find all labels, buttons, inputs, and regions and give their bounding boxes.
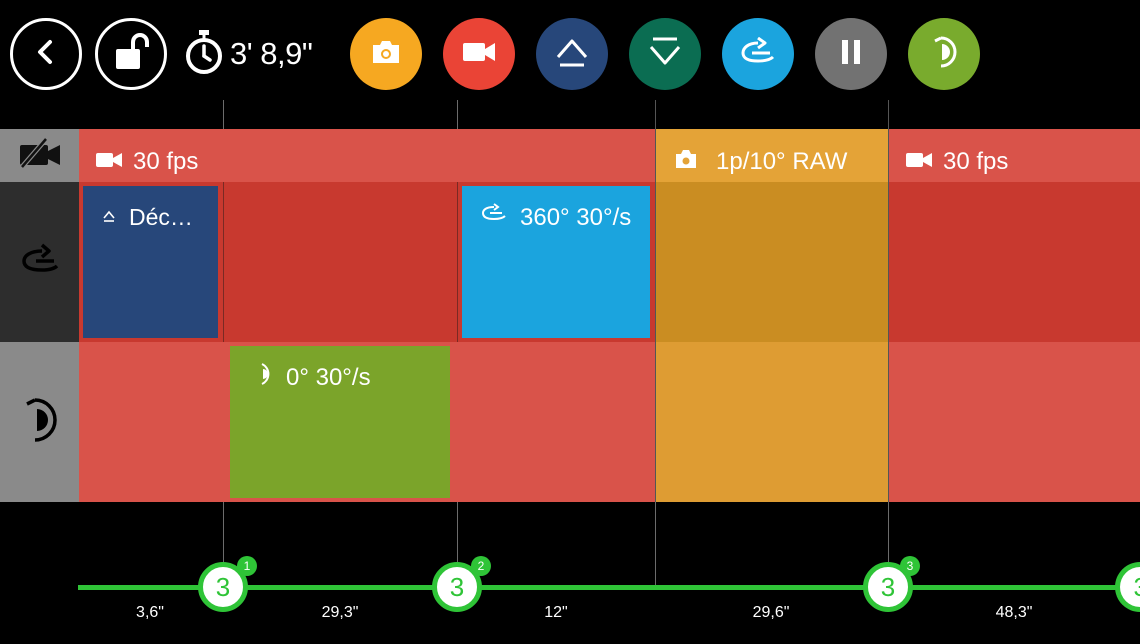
slide-up-icon (101, 202, 117, 230)
pause-icon (839, 38, 863, 71)
timer-value: 3' 8,9" (230, 36, 313, 71)
photo-segment-label: 1p/10° RAW (674, 148, 847, 176)
stopwatch-icon (184, 29, 224, 80)
tilt-block-text: 0° 30°/s (286, 364, 371, 391)
slide-up-icon (552, 35, 592, 74)
add-slide-down-button[interactable] (629, 18, 701, 90)
pan-rotate-icon (18, 243, 62, 282)
segment-divider-2 (888, 100, 889, 502)
segment-photo-text: 1p/10° RAW (716, 148, 848, 175)
video-segment-2-pan-lane (889, 182, 1140, 342)
pan-rotate-icon (738, 36, 778, 72)
keyframe-value: 3 (449, 571, 465, 602)
duration-label-3: 12" (544, 604, 568, 621)
keyframe-value: 3 (880, 571, 896, 602)
tilt-track-header[interactable] (0, 342, 79, 502)
segment-fps-text: 30 fps (133, 148, 199, 175)
total-duration: 3' 8,9" (184, 29, 313, 80)
slide-block[interactable]: Déc… (83, 186, 218, 338)
video-segment-2-label: 30 fps (905, 148, 1008, 176)
keyframe-value: 3 (1134, 572, 1140, 603)
keyframe-4[interactable]: 3 (1115, 562, 1140, 612)
keyframe-guide-bottom-1 (223, 502, 224, 564)
tilt-icon (23, 397, 57, 448)
video-segment-1-label: 30 fps (95, 148, 198, 176)
add-tilt-button[interactable] (908, 18, 980, 90)
back-button[interactable] (10, 18, 82, 90)
lock-button[interactable] (95, 18, 167, 90)
add-video-button[interactable] (443, 18, 515, 90)
add-slide-up-button[interactable] (536, 18, 608, 90)
tilt-block-label: 0° 30°/s (256, 362, 371, 393)
keyframe-badge-1: 1 (237, 556, 257, 576)
keyframe-guide-pan-2 (457, 182, 458, 342)
pan-rotate-icon (480, 202, 508, 230)
duration-label-4: 29,6" (752, 604, 790, 621)
add-photo-button[interactable] (350, 18, 422, 90)
tilt-icon (256, 362, 274, 393)
camera-icon (674, 148, 698, 176)
photo-segment-pan-lane (656, 182, 888, 342)
camera-off-icon (16, 137, 64, 174)
keyframe-guide-bottom-2 (457, 502, 458, 564)
pan-track-header[interactable] (0, 182, 79, 342)
chevron-left-icon (31, 37, 61, 72)
tilt-block[interactable]: 0° 30°/s (230, 346, 450, 498)
pause-button[interactable] (815, 18, 887, 90)
keyframe-value: 3 (215, 571, 231, 602)
add-pan-button[interactable] (722, 18, 794, 90)
pan-block[interactable]: 360° 30°/s (462, 186, 650, 338)
slide-down-icon (645, 35, 685, 74)
keyframe-guide-bottom-3 (888, 502, 889, 564)
video-camera-icon (461, 40, 497, 69)
duration-label-2: 29,3" (321, 604, 359, 621)
camera-icon (370, 39, 402, 70)
duration-label-5: 48,3" (995, 604, 1033, 621)
keyframe-badge-3: 3 (900, 556, 920, 576)
duration-label-1: 3,6" (136, 604, 164, 621)
keyframe-guide-pan-1 (223, 182, 224, 342)
pan-block-text: 360° 30°/s (520, 204, 632, 231)
video-camera-icon (905, 148, 933, 176)
slide-block-text: Déc… (129, 204, 193, 230)
segment-fps-text: 30 fps (943, 148, 1009, 175)
segment-divider-bottom-1 (655, 502, 656, 587)
unlock-icon (113, 32, 149, 76)
video-camera-icon (95, 148, 123, 176)
pan-block-label: 360° 30°/s (480, 202, 632, 232)
keyframe-guide-top-1 (223, 100, 224, 129)
slide-block-label: Déc… (101, 204, 193, 231)
segment-divider-1 (655, 100, 656, 502)
camera-track-header[interactable] (0, 129, 79, 182)
keyframe-badge-2: 2 (471, 556, 491, 576)
tilt-icon (929, 35, 959, 74)
keyframe-guide-top-2 (457, 100, 458, 129)
